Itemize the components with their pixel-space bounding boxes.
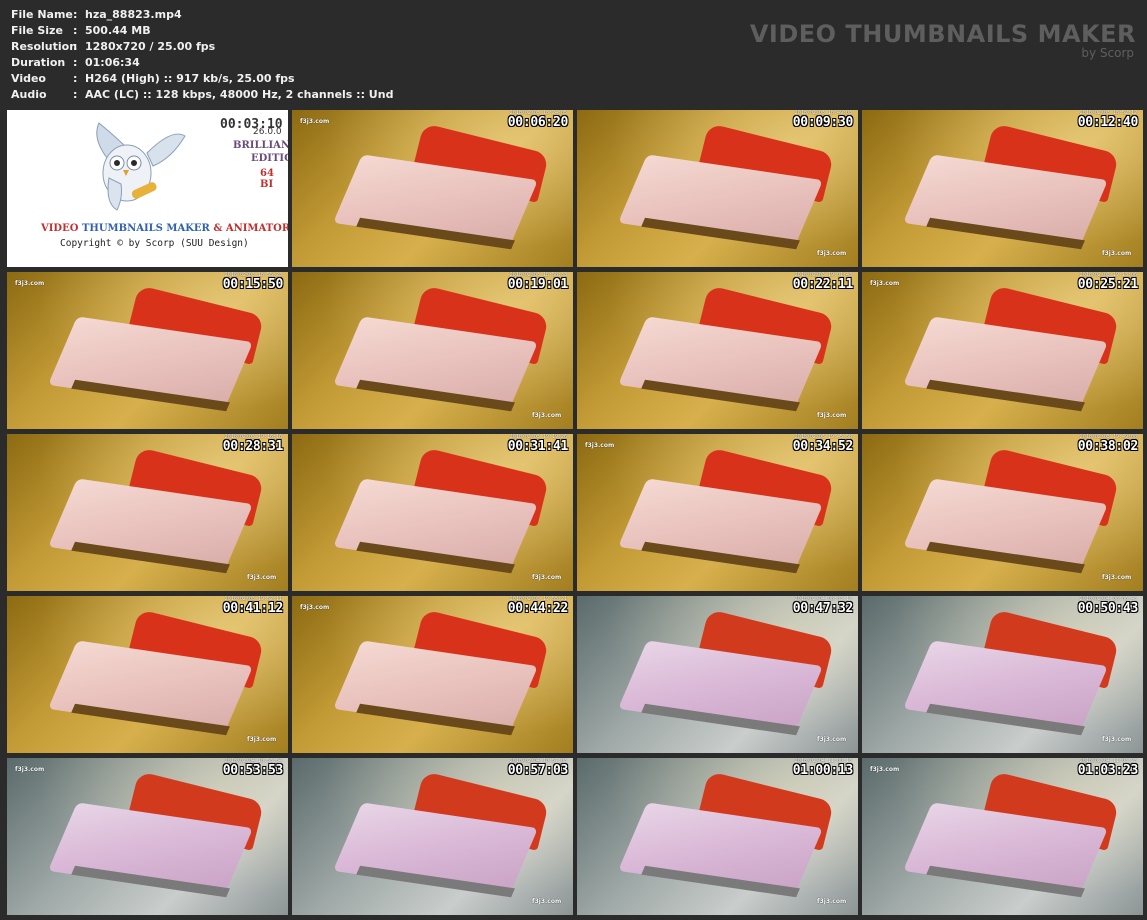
thumbnail-frame [862,758,1143,915]
thumbnail: 2018/02/03 19:45:58 00:34:52 f3j3.com [577,434,858,591]
thumbnail: 2018/02/04 11:03:23 01:03:23 f3j3.com [862,758,1143,915]
thumbnail-timestamp: 01:00:13 [792,763,854,778]
thumbnail-frame [7,434,288,591]
thumbnail-timestamp: 00:09:30 [792,115,854,130]
thumbnail-timestamp: 00:34:52 [792,439,854,454]
thumbnail-timestamp: 00:38:02 [1077,439,1139,454]
thumbnail-frame [577,434,858,591]
thumbnail: 2018/02/03 18:58:33 00:19:01 f3j3.com [292,272,573,429]
thumbnail-timestamp: 01:03:23 [1077,763,1139,778]
thumbnail: 2018/02/04 08:03:13 00:47:32 f3j3.com [577,596,858,753]
thumbnail-watermark: f3j3.com [15,766,45,773]
thumbnail-timestamp: 00:06:20 [507,115,569,130]
thumbnail-watermark: f3j3.com [817,412,847,419]
thumbnail-watermark: f3j3.com [585,442,615,449]
thumbnail-watermark: f3j3.com [870,280,900,287]
thumbnail-frame [862,434,1143,591]
thumbnail: 2018/02/04 11:00:13 01:00:13 f3j3.com [577,758,858,915]
thumbnail: 2018/02/04 10:57:03 00:57:03 f3j3.com [292,758,573,915]
thumbnail-frame [577,758,858,915]
thumbnail-frame [7,596,288,753]
thumbnail-frame [862,272,1143,429]
thumbnail: 2018/02/03 19:13:06 00:25:21 f3j3.com [862,272,1143,429]
thumbnail: 2018/02/04 10:53:54 00:53:53 f3j3.com [7,758,288,915]
thumbnail-timestamp: 00:19:01 [507,277,569,292]
thumbnail: 2018/02/03 19:01:43 00:22:11 f3j3.com [577,272,858,429]
thumbnail: 2018/02/03 19:16:16 00:28:31 f3j3.com [7,434,288,591]
thumbnail-timestamp: 00:41:12 [222,601,284,616]
thumbnail-watermark: f3j3.com [532,898,562,905]
thumbnail: 2018/02/03 18:24:05 00:06:20 f3j3.com [292,110,573,267]
thumbnail-timestamp: 00:53:53 [222,763,284,778]
thumbnail-frame [577,596,858,753]
thumbnail-grid: 2018/02/03 18:24:05 00:06:20 f3j3.com 2018/… [0,0,1147,920]
thumbnail-frame [577,110,858,267]
thumbnail-watermark: f3j3.com [817,736,847,743]
thumbnail-watermark: f3j3.com [247,736,277,743]
thumbnail-watermark: f3j3.com [247,574,277,581]
thumbnail-frame [862,110,1143,267]
thumbnail-timestamp: 00:25:21 [1077,277,1139,292]
thumbnail: 2018/02/03 19:49:08 00:38:02 f3j3.com [862,434,1143,591]
thumbnail-timestamp: 00:31:41 [507,439,569,454]
thumbnail: 2018/02/03 19:52:11 00:41:12 f3j3.com [7,596,288,753]
thumbnail-watermark: f3j3.com [817,250,847,257]
thumbnail: 2018/02/03 18:52:12 00:12:40 f3j3.com [862,110,1143,267]
thumbnail-frame [292,758,573,915]
thumbnail-watermark: f3j3.com [532,574,562,581]
thumbnail-watermark: f3j3.com [1102,736,1132,743]
thumbnail-watermark: f3j3.com [300,118,330,125]
thumbnail-timestamp: 00:50:43 [1077,601,1139,616]
thumbnail: 2018/02/03 18:55:23 00:15:50 f3j3.com [7,272,288,429]
thumbnail-timestamp: 00:15:50 [222,277,284,292]
thumbnail-watermark: f3j3.com [870,766,900,773]
thumbnail-frame [7,758,288,915]
thumbnail-timestamp: 00:28:31 [222,439,284,454]
thumbnail-watermark: f3j3.com [300,604,330,611]
thumbnail-frame [577,272,858,429]
thumbnail: 2018/02/03 19:55:21 00:44:22 f3j3.com [292,596,573,753]
thumbnail-timestamp: 00:12:40 [1077,115,1139,130]
thumbnail-watermark: f3j3.com [1102,250,1132,257]
thumbnail: 2018/02/03 19:19:26 00:31:41 f3j3.com [292,434,573,591]
thumbnail-timestamp: 00:57:03 [507,763,569,778]
thumbnail-timestamp: 00:44:22 [507,601,569,616]
thumbnail-frame [292,596,573,753]
thumbnail-watermark: f3j3.com [817,898,847,905]
thumbnail-timestamp: 00:22:11 [792,277,854,292]
thumbnail-frame [862,596,1143,753]
thumbnail-timestamp: 00:47:32 [792,601,854,616]
thumbnail-frame [292,272,573,429]
thumbnail-frame [7,272,288,429]
thumbnail: 2018/02/04 08:06:43 00:50:43 f3j3.com [862,596,1143,753]
thumbnail-watermark: f3j3.com [15,280,45,287]
thumbnail-watermark: f3j3.com [1102,574,1132,581]
thumbnail-watermark: f3j3.com [532,412,562,419]
thumbnail-frame [292,434,573,591]
thumbnail: 2018/02/03 18:49:03 00:09:30 f3j3.com [577,110,858,267]
thumbnail-frame [292,110,573,267]
